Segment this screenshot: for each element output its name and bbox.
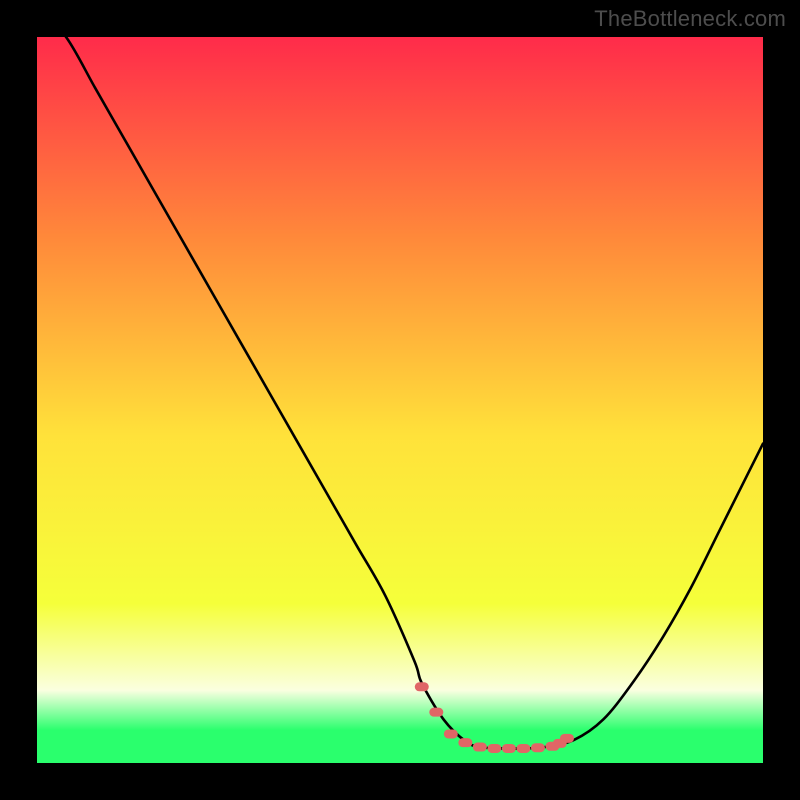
marker-dot [444, 729, 458, 738]
marker-dot [531, 743, 545, 752]
marker-dot [487, 744, 501, 753]
marker-dot [502, 744, 516, 753]
marker-dot [415, 682, 429, 691]
gradient-bg [37, 37, 763, 763]
watermark-text: TheBottleneck.com [594, 6, 786, 32]
marker-dot [458, 738, 472, 747]
marker-dot [560, 734, 574, 743]
marker-dot [473, 743, 487, 752]
chart-svg [37, 37, 763, 763]
marker-dot [516, 744, 530, 753]
marker-dot [429, 708, 443, 717]
chart-plot-area [37, 37, 763, 763]
